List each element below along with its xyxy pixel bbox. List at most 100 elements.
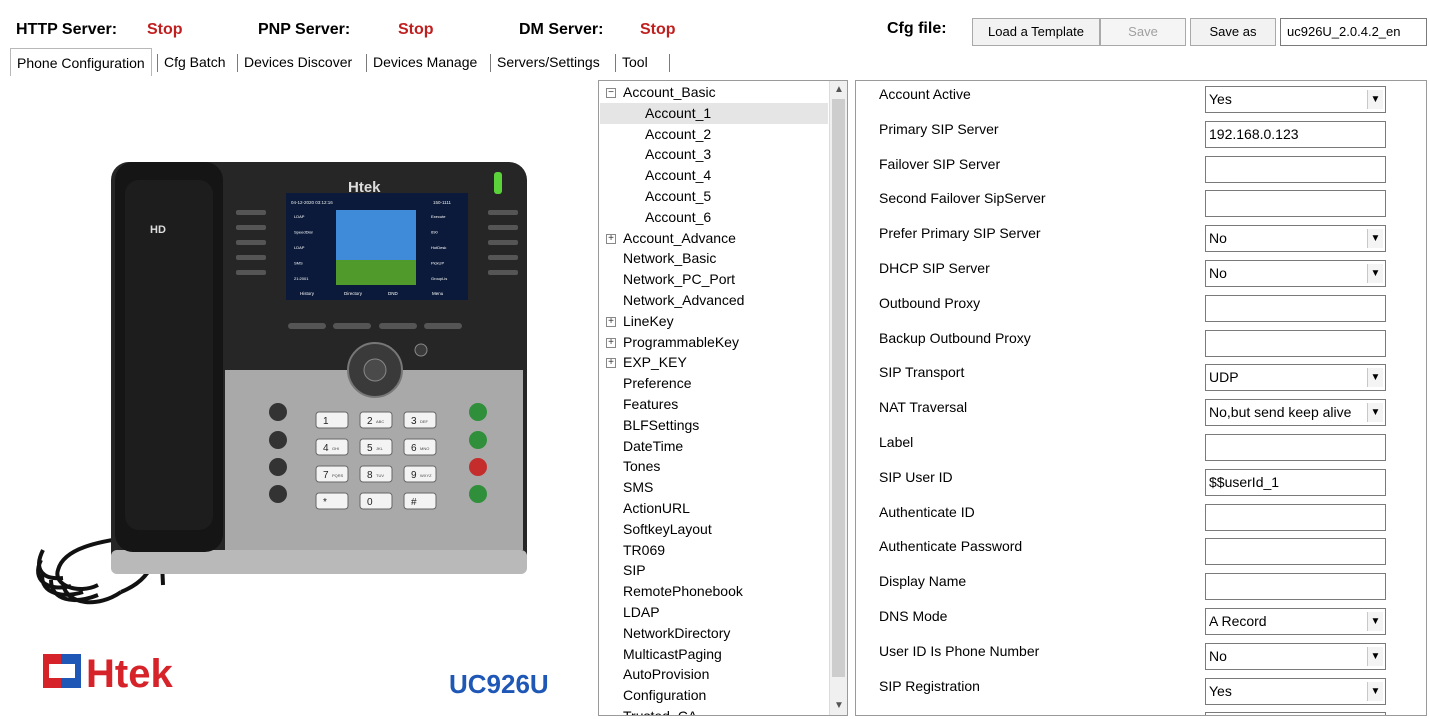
screen-softkey-label: Menu [432,291,444,296]
dm-server-status[interactable]: Stop [640,21,676,39]
chevron-down-icon[interactable]: ▼ [1367,646,1383,666]
chevron-down-icon[interactable]: ▼ [1367,264,1383,283]
backup-outbound-proxy-label: Backup Outbound Proxy [879,329,1031,346]
backup-outbound-proxy-input[interactable] [1205,329,1386,357]
user-id-is-phone-number-select[interactable]: No ▼ [1205,642,1386,670]
sip-transport-label: SIP Transport [879,364,965,381]
tab-tool[interactable]: Tool [616,48,654,76]
tree-item-ldap[interactable]: LDAP [623,602,660,623]
handset-inner [125,180,213,530]
tree-item-remotephonebook[interactable]: RemotePhonebook [623,581,743,602]
save-button[interactable]: Save [1100,18,1186,46]
expand-icon[interactable]: + [606,358,616,369]
collapse-icon[interactable]: − [606,88,616,98]
tree-item-account-4[interactable]: Account_4 [645,165,711,186]
save-as-button[interactable]: Save as [1190,18,1276,46]
tree-item-preference[interactable]: Preference [623,373,691,394]
load-template-button[interactable]: Load a Template [972,18,1100,46]
tree-item-tones[interactable]: Tones [623,456,660,477]
expand-icon[interactable]: + [606,233,616,244]
account-active-select[interactable]: Yes ▼ [1205,86,1386,113]
tab-servers-settings[interactable]: Servers/Settings [491,48,606,76]
tree-scroll-thumb[interactable] [832,99,845,677]
tree-item-account-1[interactable]: Account_1 [645,103,711,124]
expand-icon[interactable]: + [606,337,616,348]
hd-badge: HD [150,224,166,236]
keypad-key-letters: GHI [332,446,339,451]
tab-devices-discover[interactable]: Devices Discover [238,48,358,76]
tree-selection-highlight [600,102,828,124]
tree-item-features[interactable]: Features [623,394,678,415]
sip-transport-select[interactable]: UDP ▼ [1205,364,1386,392]
screen-wallpaper-grass [336,260,416,285]
authenticate-id-input[interactable] [1205,503,1386,531]
tree-item-sip[interactable]: SIP [623,560,646,581]
scroll-up-icon[interactable]: ▲ [830,81,847,99]
tree-item-account-advance[interactable]: Account_Advance [623,228,736,249]
cfg-file-label: Cfg file: [887,20,947,37]
sip-registration-select[interactable]: Yes ▼ [1205,677,1386,705]
scroll-down-icon[interactable]: ▼ [830,697,847,715]
nat-traversal-select[interactable]: No,but send keep alive ▼ [1205,399,1386,427]
expand-icon[interactable]: + [606,316,616,327]
tree-item-network-basic[interactable]: Network_Basic [623,248,716,269]
tree-item-exp-key[interactable]: EXP_KEY [623,352,687,373]
second-failover-sipserver-input[interactable] [1205,190,1386,218]
chevron-down-icon[interactable]: ▼ [1367,612,1383,631]
keypad-key-digit: 0 [367,497,373,508]
keypad-key-digit: 3 [411,416,417,427]
failover-sip-server-label: Failover SIP Server [879,155,1001,172]
tree-item-networkdirectory[interactable]: NetworkDirectory [623,623,730,644]
tree-scrollbar[interactable]: ▲ ▼ [829,81,847,715]
label-label: Label [879,434,914,450]
config-tree[interactable]: − Account_Basic Account_1 Account_2 Account_… [598,80,848,716]
tree-item-autoprovision[interactable]: AutoProvision [623,664,709,685]
tree-item-account-6[interactable]: Account_6 [645,207,711,228]
tree-item-datetime[interactable]: DateTime [623,436,683,457]
dns-mode-select[interactable]: A Record ▼ [1205,608,1386,635]
display-name-input[interactable] [1205,573,1386,601]
cfg-file-input[interactable]: uc926U_2.0.4.2_en [1280,18,1427,46]
tree-item-softkeylayout[interactable]: SoftkeyLayout [623,519,712,540]
keypad-key [359,492,393,510]
tree-item-linekey[interactable]: LineKey [623,311,674,332]
tree-item-network-pc-port[interactable]: Network_PC_Port [623,269,735,290]
chevron-down-icon[interactable]: ▼ [1367,368,1383,388]
nat-traversal-value: No,but send keep alive [1209,404,1352,421]
primary-sip-server-input[interactable]: 192.168.0.123 [1205,120,1386,148]
screen-line-label: SpeedDial [294,230,313,235]
tree-item-network-advanced[interactable]: Network_Advanced [623,290,744,311]
tab-phone-configuration[interactable]: Phone Configuration [10,48,152,76]
htek-logo: Htek [43,652,173,696]
tree-item-configuration[interactable]: Configuration [623,685,706,706]
sip-user-id-input[interactable]: $$userId_1 [1205,468,1386,496]
unregister-on-reboot-select[interactable]: ▼ [1205,712,1386,715]
http-server-status[interactable]: Stop [147,21,183,39]
tree-item-tr069[interactable]: TR069 [623,540,665,561]
tree-item-blfsettings[interactable]: BLFSettings [623,415,699,436]
tree-item-trusted-ca[interactable]: Trusted_CA [623,706,697,715]
dhcp-sip-server-select[interactable]: No ▼ [1205,260,1386,287]
http-server-label: HTTP Server: [16,21,118,38]
tree-item-account-2[interactable]: Account_2 [645,124,711,145]
chevron-down-icon[interactable]: ▼ [1367,229,1383,249]
chevron-down-icon[interactable]: ▼ [1367,403,1383,423]
label-input[interactable] [1205,434,1386,461]
chevron-down-icon[interactable]: ▼ [1367,90,1383,109]
tree-item-account-basic[interactable]: Account_Basic [623,82,716,103]
tree-item-account-5[interactable]: Account_5 [645,186,711,207]
tree-item-multicastpaging[interactable]: MulticastPaging [623,644,722,665]
failover-sip-server-input[interactable] [1205,155,1386,183]
tab-devices-manage[interactable]: Devices Manage [367,48,483,76]
tree-item-programmablekey[interactable]: ProgrammableKey [623,332,739,353]
keypad-key-digit: * [323,497,327,508]
pnp-server-status[interactable]: Stop [398,21,434,39]
tree-item-sms[interactable]: SMS [623,477,653,498]
authenticate-password-input[interactable] [1205,538,1386,566]
tree-item-actionurl[interactable]: ActionURL [623,498,690,519]
tab-cfg-batch[interactable]: Cfg Batch [158,48,231,76]
outbound-proxy-input[interactable] [1205,294,1386,322]
prefer-primary-sip-server-select[interactable]: No ▼ [1205,225,1386,253]
tree-item-account-3[interactable]: Account_3 [645,144,711,165]
chevron-down-icon[interactable]: ▼ [1367,681,1383,701]
